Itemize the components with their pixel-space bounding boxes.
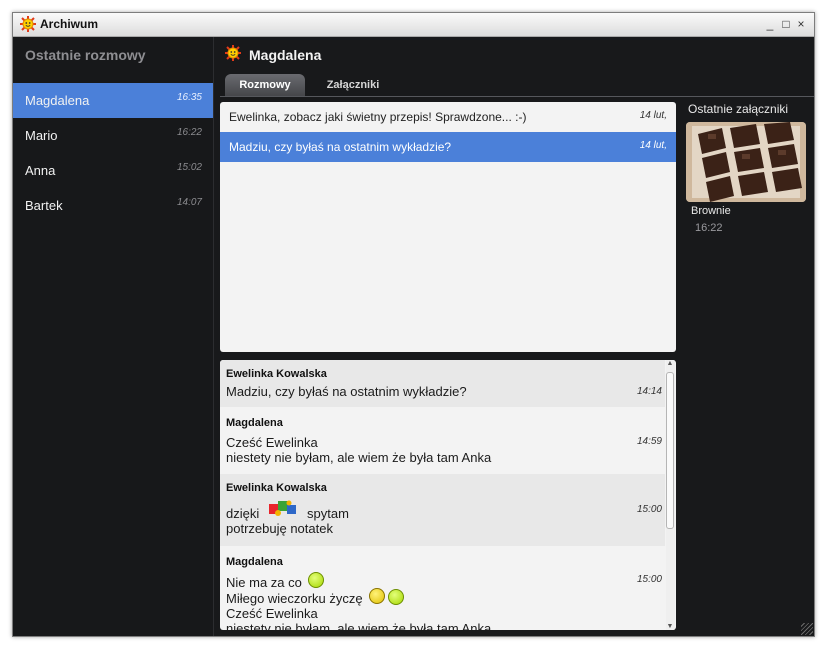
message-block: Magdalena Cześć Ewelinka niestety nie by… <box>220 407 665 474</box>
message-line: niestety nie byłam, ale wiem że była tam… <box>226 621 492 630</box>
resize-grip-icon[interactable] <box>801 623 813 635</box>
tab-zalaczniki[interactable]: Załączniki <box>313 74 393 96</box>
conversation-date: 14 lut, <box>639 110 667 121</box>
tab-rozmowy[interactable]: Rozmowy <box>225 74 305 96</box>
minimize-button[interactable]: _ <box>763 16 777 32</box>
conversation-date: 14 lut, <box>639 140 667 151</box>
archive-window: Archiwum _ □ × Ostatnie rozmowy Magdalen… <box>12 12 815 637</box>
conversation-item[interactable]: Bartek 14:07 <box>13 188 213 223</box>
message-line: potrzebuję notatek <box>226 521 333 536</box>
message-sender: Magdalena <box>226 556 283 568</box>
conversation-time: 15:02 <box>176 162 202 173</box>
message-line: spytam <box>307 506 349 521</box>
contact-sun-icon <box>225 45 241 61</box>
attachment-thumbnail[interactable] <box>686 122 806 202</box>
sidebar-title: Ostatnie rozmowy <box>25 47 146 63</box>
message-line: Madziu, czy byłaś na ostatnim wykładzie? <box>226 384 467 399</box>
conversation-preview: Madziu, czy byłaś na ostatnim wykładzie? <box>229 140 452 154</box>
attachment-time: 16:22 <box>695 222 723 234</box>
message-time: 14:59 <box>636 436 662 447</box>
conversation-name: Mario <box>25 128 58 143</box>
brownie-image <box>686 122 806 202</box>
message-sender: Magdalena <box>226 417 283 429</box>
conversation-row[interactable]: Madziu, czy byłaś na ostatnim wykładzie?… <box>220 132 676 162</box>
conversation-preview: Ewelinka, zobacz jaki świetny przepis! S… <box>229 110 527 124</box>
conversation-time: 14:07 <box>176 197 202 208</box>
title-bar[interactable]: Archiwum _ □ × <box>13 13 814 37</box>
sun-icon <box>20 16 36 32</box>
message-block: Ewelinka Kowalska Madziu, czy byłaś na o… <box>220 360 665 407</box>
conversation-time: 16:22 <box>176 127 202 138</box>
tabs-divider <box>220 96 814 97</box>
attachment-name: Brownie <box>691 205 731 217</box>
message-history: Ewelinka Kowalska Madziu, czy byłaś na o… <box>220 360 676 630</box>
message-line: Cześć Ewelinka <box>226 435 318 450</box>
conversation-list: Ewelinka, zobacz jaki świetny przepis! S… <box>220 102 676 352</box>
message-block: Ewelinka Kowalska dzięki spytam potrzebu… <box>220 474 665 546</box>
message-line: Cześć Ewelinka <box>226 606 318 621</box>
message-time: 14:14 <box>636 386 662 397</box>
conversation-row[interactable]: Ewelinka, zobacz jaki świetny przepis! S… <box>220 102 676 133</box>
conversation-item[interactable]: Anna 15:02 <box>13 153 213 188</box>
scroll-up-arrow-icon[interactable]: ▲ <box>666 360 674 367</box>
wink-icon <box>388 589 404 605</box>
scroll-thumb[interactable] <box>666 372 674 529</box>
contact-name: Magdalena <box>249 47 322 63</box>
message-line: niestety nie byłam, ale wiem że była tam… <box>226 450 492 465</box>
message-line: Nie ma za co <box>226 575 302 590</box>
grin-icon <box>369 588 385 604</box>
message-block: Magdalena Nie ma za co Miłego wieczorku … <box>220 546 665 630</box>
smile-icon <box>308 572 324 588</box>
conversation-time: 16:35 <box>176 92 202 103</box>
conversation-name: Bartek <box>25 198 63 213</box>
message-time: 15:00 <box>636 504 662 515</box>
conversation-item[interactable]: Mario 16:22 <box>13 118 213 153</box>
scroll-down-arrow-icon[interactable]: ▼ <box>666 623 674 630</box>
message-sender: Ewelinka Kowalska <box>226 482 327 494</box>
conversation-name: Magdalena <box>25 93 90 108</box>
maximize-button[interactable]: □ <box>779 16 793 32</box>
conversation-item[interactable]: Magdalena 16:35 <box>13 83 213 118</box>
conversation-name: Anna <box>25 163 56 178</box>
attachments-title: Ostatnie załączniki <box>688 102 789 116</box>
message-time: 15:00 <box>636 574 662 585</box>
window-title: Archiwum <box>40 17 99 31</box>
puzzle-icon <box>269 500 296 516</box>
message-line: dzięki <box>226 506 260 521</box>
close-button[interactable]: × <box>794 16 808 32</box>
message-sender: Ewelinka Kowalska <box>226 368 327 380</box>
conversation-sidebar: Ostatnie rozmowy Magdalena 16:35 Mario 1… <box>13 37 214 636</box>
message-line: Miłego wieczorku życzę <box>226 591 363 606</box>
